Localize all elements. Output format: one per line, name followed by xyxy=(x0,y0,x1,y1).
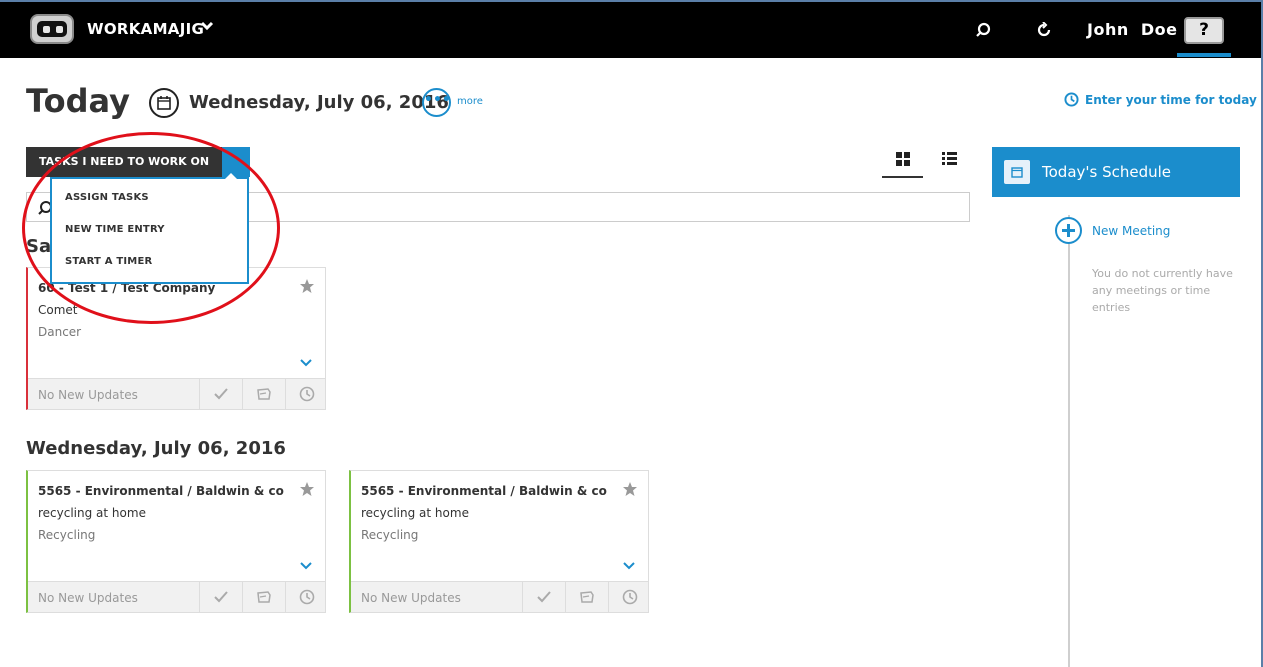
updates-status: No New Updates xyxy=(38,388,138,402)
note-icon xyxy=(580,591,594,603)
schedule-header: Today's Schedule xyxy=(992,147,1240,197)
user-name[interactable]: John Doe xyxy=(1087,20,1178,39)
chevron-down-icon[interactable] xyxy=(300,555,312,574)
list-icon xyxy=(942,152,957,165)
menu-item-new-time-entry[interactable]: NEW TIME ENTRY xyxy=(65,224,165,235)
task-card[interactable]: 60 - Test 1 / Test Company Comet Dancer … xyxy=(26,267,326,410)
timer-button[interactable] xyxy=(608,582,650,612)
card-title[interactable]: 5565 - Environmental / Baldwin & co xyxy=(361,484,607,498)
complete-button[interactable] xyxy=(522,582,564,612)
enter-time-label: Enter your time for today xyxy=(1085,92,1257,107)
note-icon xyxy=(257,388,271,400)
grid-view-toggle[interactable] xyxy=(882,146,923,178)
empty-schedule-message: You do not currently have any meetings o… xyxy=(1092,267,1233,314)
timer-button[interactable] xyxy=(285,582,327,612)
list-view-toggle[interactable] xyxy=(932,146,966,178)
new-meeting-link[interactable]: New Meeting xyxy=(1092,224,1170,238)
card-category: Dancer xyxy=(38,325,82,339)
notes-button[interactable] xyxy=(565,582,607,612)
current-date: Wednesday, July 06, 2016 xyxy=(189,92,449,113)
card-subtitle: Comet xyxy=(38,303,78,317)
add-meeting-icon[interactable] xyxy=(1055,217,1082,244)
notes-button[interactable] xyxy=(242,379,284,409)
timer-button[interactable] xyxy=(285,379,327,409)
card-footer: No New Updates xyxy=(28,581,325,612)
more-link[interactable]: more xyxy=(457,96,483,107)
refresh-icon[interactable] xyxy=(1036,21,1052,38)
clock-icon xyxy=(299,589,315,605)
active-indicator xyxy=(1177,53,1231,57)
star-icon[interactable] xyxy=(299,481,315,501)
checkmark-icon xyxy=(214,591,228,603)
checkmark-icon xyxy=(214,388,228,400)
timeline xyxy=(1068,215,1070,667)
task-card[interactable]: 5565 - Environmental / Baldwin & co recy… xyxy=(26,470,326,613)
updates-status: No New Updates xyxy=(361,591,461,605)
note-icon xyxy=(257,591,271,603)
more-options-icon[interactable]: ••• xyxy=(422,88,451,117)
add-task-menu: ASSIGN TASKS NEW TIME ENTRY START A TIME… xyxy=(50,170,249,284)
app-logo-icon[interactable] xyxy=(30,14,74,44)
help-button[interactable]: ? xyxy=(1184,17,1224,44)
enter-time-link[interactable]: Enter your time for today xyxy=(1064,92,1257,107)
chevron-down-icon[interactable] xyxy=(300,352,312,371)
clock-icon xyxy=(299,386,315,402)
star-icon[interactable] xyxy=(299,278,315,298)
brand-name[interactable]: WORKAMAJIG xyxy=(87,20,204,38)
grid-icon xyxy=(896,152,910,166)
notes-button[interactable] xyxy=(242,582,284,612)
card-category: Recycling xyxy=(361,528,419,542)
search-icon[interactable] xyxy=(975,22,991,38)
tasks-filter-button[interactable]: TASKS I NEED TO WORK ON xyxy=(26,147,222,177)
chevron-down-icon[interactable] xyxy=(623,555,635,574)
star-icon[interactable] xyxy=(622,481,638,501)
complete-button[interactable] xyxy=(199,379,241,409)
menu-item-assign-tasks[interactable]: ASSIGN TASKS xyxy=(65,192,149,203)
clock-icon xyxy=(622,589,638,605)
card-footer: No New Updates xyxy=(351,581,648,612)
card-category: Recycling xyxy=(38,528,96,542)
calendar-icon[interactable] xyxy=(149,88,179,118)
card-title[interactable]: 5565 - Environmental / Baldwin & co xyxy=(38,484,284,498)
checkmark-icon xyxy=(537,591,551,603)
updates-status: No New Updates xyxy=(38,591,138,605)
top-bar: WORKAMAJIG John Doe ? xyxy=(0,0,1263,58)
task-card[interactable]: 5565 - Environmental / Baldwin & co recy… xyxy=(349,470,649,613)
clock-icon xyxy=(1064,92,1079,107)
menu-item-start-timer[interactable]: START A TIMER xyxy=(65,256,152,267)
schedule-title: Today's Schedule xyxy=(1042,163,1172,181)
card-subtitle: recycling at home xyxy=(38,506,146,520)
group-heading: Wednesday, July 06, 2016 xyxy=(26,438,286,459)
complete-button[interactable] xyxy=(199,582,241,612)
chevron-down-icon[interactable] xyxy=(200,18,214,37)
card-subtitle: recycling at home xyxy=(361,506,469,520)
calendar-icon xyxy=(1004,160,1030,184)
page-title: Today xyxy=(26,82,130,120)
card-footer: No New Updates xyxy=(28,378,325,409)
